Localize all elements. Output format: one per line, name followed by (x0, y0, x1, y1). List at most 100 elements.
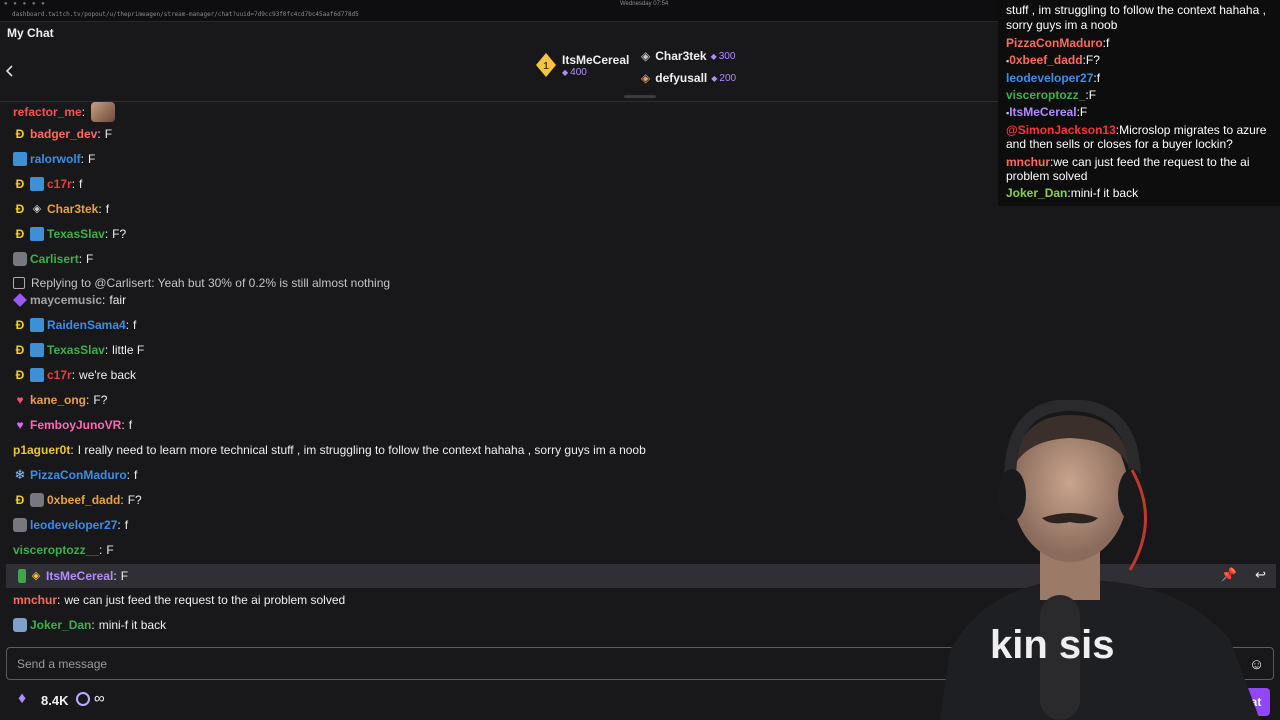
username[interactable]: maycemusic (30, 293, 102, 307)
chat-message[interactable]: Ð c17r: we're back (13, 365, 136, 385)
username[interactable]: ralorwolf (30, 152, 81, 166)
message-text: f (79, 177, 83, 191)
username[interactable]: kane_ong (30, 393, 86, 407)
chat-message[interactable]: Ð TexasSlav: F? (13, 224, 126, 244)
reply-context[interactable]: Replying to @Carlisert: Yeah but 30% of … (13, 276, 390, 290)
gem-icon: ◈ (641, 71, 651, 85)
username[interactable]: c17r (47, 368, 72, 382)
username[interactable]: mnchur (13, 593, 57, 607)
svg-text:kin sis: kin sis (990, 623, 1115, 667)
username[interactable]: badger_dev (30, 127, 97, 141)
message-text: we can just feed the request to the ai p… (64, 593, 346, 607)
leaderboard-first[interactable]: 1 ItsMeCereal 400 (535, 52, 629, 78)
overlay-line: visceroptozz_:F (1006, 88, 1097, 102)
leaderboard-name: ItsMeCereal (562, 52, 630, 67)
username[interactable]: 0xbeef_dadd (47, 493, 120, 507)
chat-message[interactable]: Ð 0xbeef_dadd: F? (13, 490, 142, 510)
back-button[interactable] (5, 64, 19, 82)
username[interactable]: visceroptozz__ (13, 543, 99, 557)
leaderboard-third[interactable]: ◈ defyusall 200 (641, 71, 736, 85)
username[interactable]: p1aguer0t (13, 443, 70, 457)
username[interactable]: Char3tek (47, 202, 98, 216)
message-text: I really need to learn more technical st… (77, 443, 646, 457)
overlay-line: ▪0xbeef_dadd:F? (1006, 53, 1100, 67)
chat-message[interactable]: mnchur: we can just feed the request to … (13, 590, 345, 610)
chat-message[interactable]: ❄ PizzaConMaduro: f (13, 465, 138, 485)
username[interactable]: TexasSlav (47, 227, 105, 241)
reply-context-icon (13, 277, 25, 289)
chat-message[interactable]: Carlisert: F (13, 249, 93, 269)
webcam-overlay: kin sis (930, 398, 1270, 720)
chat-message[interactable]: Joker_Dan: mini-f it back (13, 615, 166, 635)
chat-message[interactable]: p1aguer0t: I really need to learn more t… (13, 440, 646, 460)
username[interactable]: leodeveloper27 (30, 518, 117, 532)
browser-url[interactable]: dashboard.twitch.tv/popout/u/theprimeage… (12, 11, 359, 18)
leaderboard-points: 300 (711, 51, 736, 62)
chat-message[interactable]: Ð RaidenSama4: f (13, 315, 136, 335)
username[interactable]: TexasSlav (47, 343, 105, 357)
avatar-badge-icon (13, 518, 27, 532)
svg-text:1: 1 (543, 61, 549, 72)
overlay-line: stuff , im struggling to follow the cont… (1006, 3, 1266, 17)
subscriber-badge-icon (30, 318, 44, 332)
subscriber-badge-icon (30, 343, 44, 357)
circle-icon[interactable] (76, 692, 90, 706)
message-text: little F (112, 343, 145, 357)
prediction-badge-icon: Ð (15, 227, 25, 241)
leaderboard-second[interactable]: ◈ Char3tek 300 (641, 49, 735, 63)
chat-message[interactable]: ♥ kane_ong: F? (13, 390, 107, 410)
chat-message[interactable]: ♥ FemboyJunoVR: f (13, 415, 132, 435)
chat-message[interactable]: visceroptozz__: F (13, 540, 114, 560)
message-text: F (86, 252, 94, 266)
prediction-badge-icon: Ð (15, 202, 25, 216)
prediction-badge-icon: Ð (15, 318, 25, 332)
chevron-left-icon (5, 65, 13, 77)
green-badge-icon (18, 569, 26, 583)
username[interactable]: c17r (47, 177, 72, 191)
chat-message[interactable]: ralorwolf: F (13, 149, 95, 169)
page-title: My Chat (7, 26, 54, 40)
heart-icon: ♥ (16, 393, 24, 407)
message-text: f (133, 318, 137, 332)
gem-icon: ◈ (641, 49, 651, 63)
overlay-line: leodeveloper27:f (1006, 71, 1101, 85)
overlay-line: and then sells or closes for a buyer loc… (1006, 137, 1233, 151)
leaderboard-name: Char3tek (655, 49, 707, 63)
reply-text: Replying to @Carlisert: Yeah but 30% of … (31, 276, 391, 290)
message-text: F (88, 152, 96, 166)
chat-message[interactable]: ◈ ItsMeCereal: F (18, 566, 128, 586)
message-text: we're back (79, 368, 137, 382)
prediction-badge-icon: Ð (15, 493, 25, 507)
drag-handle[interactable] (624, 95, 656, 98)
snowflake-icon: ❄ (14, 467, 26, 482)
heart-icon: ♥ (16, 418, 24, 432)
streamer-image: kin sis (940, 398, 1260, 720)
chat-message[interactable]: Ð badger_dev: F (13, 124, 112, 144)
username[interactable]: Joker_Dan (30, 618, 91, 632)
browser-tab-dots[interactable]: ● ● ● ● ● (4, 1, 47, 7)
overlay-line: sorry guys im a noob (1006, 18, 1118, 32)
message-text: F (104, 127, 113, 141)
username[interactable]: RaidenSama4 (47, 318, 126, 332)
channel-points-count[interactable]: 8.4K (41, 693, 68, 708)
chat-message[interactable]: Ð ◈ Char3tek: f (13, 199, 109, 219)
username[interactable]: ItsMeCereal (46, 569, 113, 583)
chat-message[interactable]: maycemusic: fair (13, 290, 126, 310)
emote-icon (91, 102, 116, 122)
username[interactable]: PizzaConMaduro (30, 468, 127, 482)
leaderboard-points: 400 (562, 67, 629, 78)
message-text: mini-f it back (98, 618, 167, 632)
message-text: F (106, 543, 114, 557)
chat-message[interactable]: leodeveloper27: f (13, 515, 128, 535)
chat-message[interactable]: Ð c17r: f (13, 174, 82, 194)
chat-header: My Chat 1 ItsMeCereal 400 ◈ Char3tek 300… (0, 22, 1000, 102)
chat-message[interactable]: Ð TexasSlav: little F (13, 340, 144, 360)
username[interactable]: Carlisert (30, 252, 79, 266)
username[interactable]: refactor_me (13, 105, 82, 119)
chat-message[interactable]: refactor_me: (13, 102, 118, 122)
channel-points-icon[interactable]: ♦ (18, 690, 26, 708)
message-text: f (124, 518, 129, 532)
username[interactable]: FemboyJunoVR (30, 418, 121, 432)
avatar-badge-icon (30, 493, 44, 507)
gem-icon: ◈ (32, 203, 42, 215)
